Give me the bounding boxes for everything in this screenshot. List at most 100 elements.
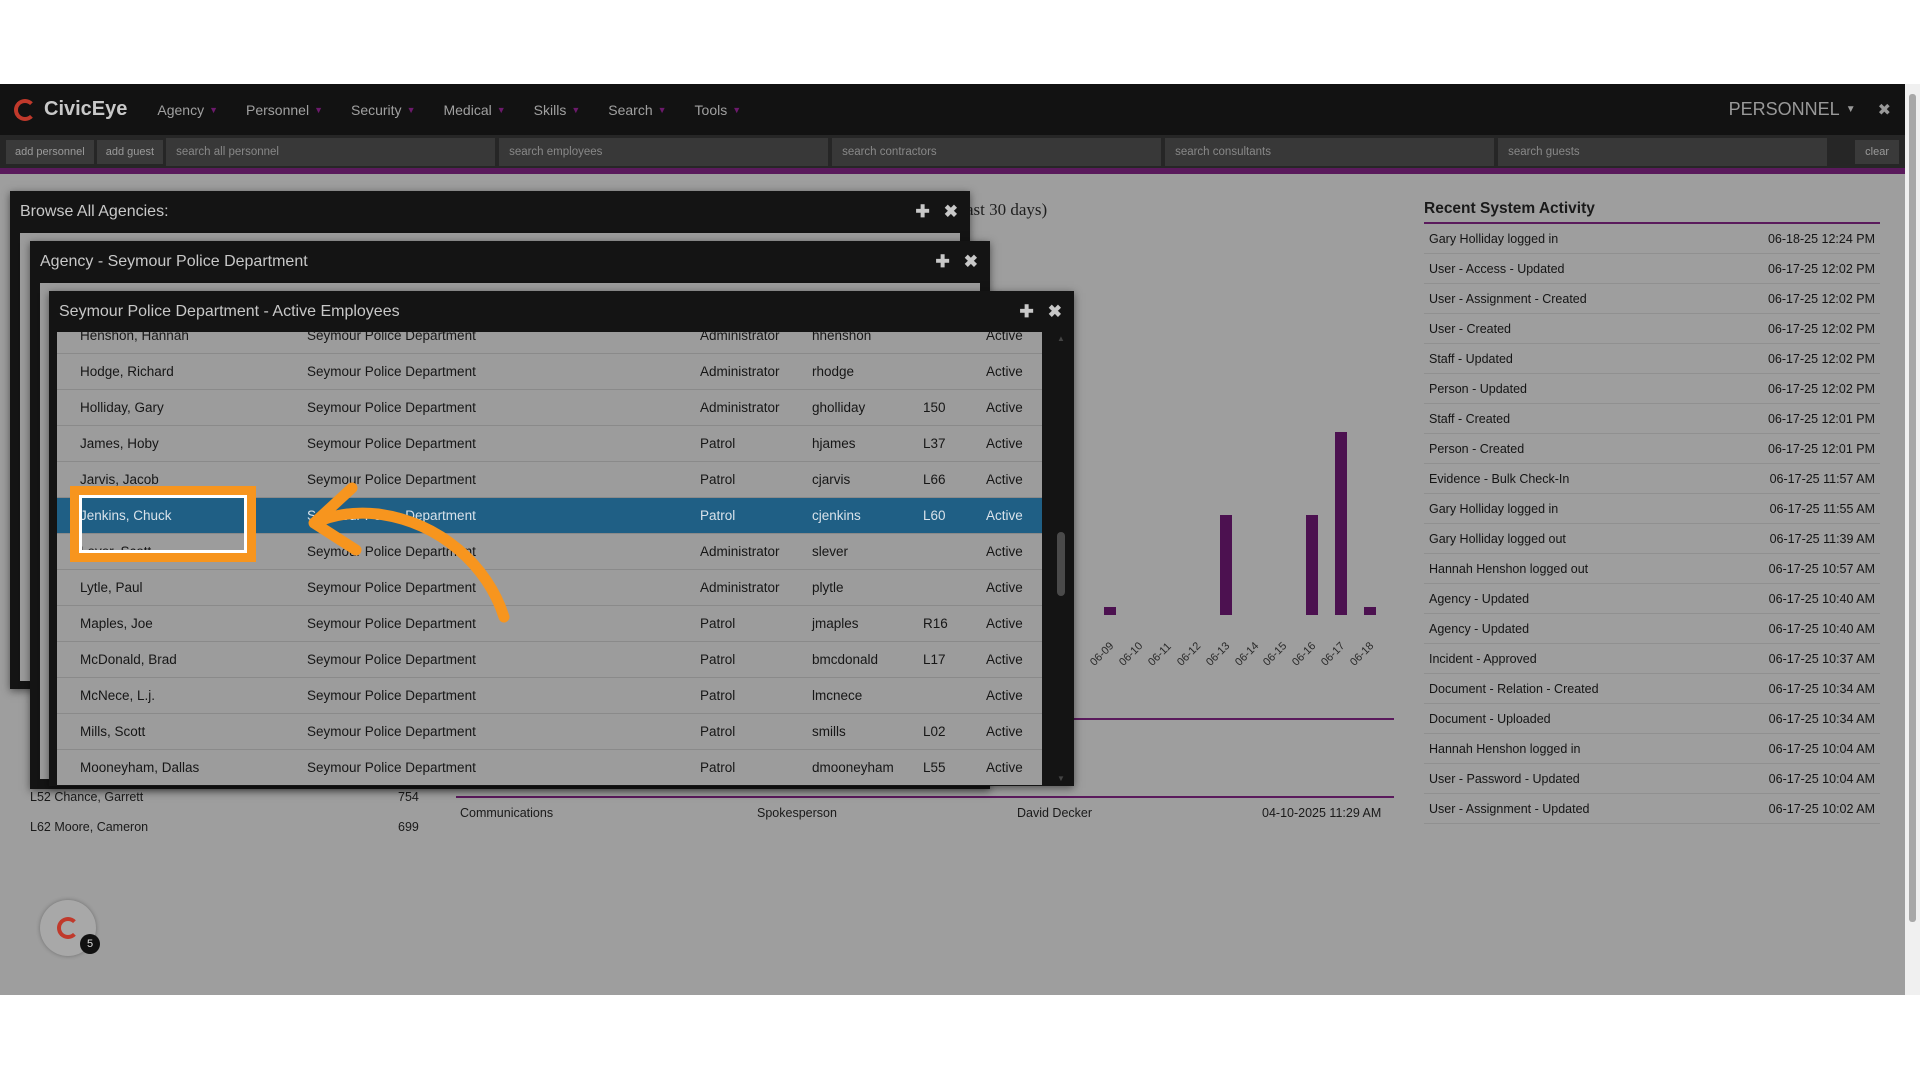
search-guests-input[interactable]: search guests — [1498, 137, 1828, 166]
cell-name: James, Hoby — [80, 436, 159, 451]
chart-bar — [1306, 515, 1319, 615]
scrollbar-thumb[interactable] — [1057, 532, 1065, 596]
table-row[interactable]: Maples, Joe Seymour Police Department Patr… — [57, 606, 1042, 642]
nav-label: Agency — [157, 101, 205, 118]
activity-row[interactable]: Agency - Updated 06-17-25 10:40 AM — [1424, 584, 1880, 614]
activity-row[interactable]: Person - Created 06-17-25 12:01 PM — [1424, 434, 1880, 464]
activity-row[interactable]: Staff - Created 06-17-25 12:01 PM — [1424, 404, 1880, 434]
table-row[interactable]: Mills, Scott Seymour Police Department Pat… — [57, 714, 1042, 750]
cell-role: Administrator — [700, 544, 780, 559]
add-personnel-button[interactable]: add personnel — [6, 139, 94, 164]
close-icon[interactable]: ✖ — [1048, 302, 1062, 322]
nav-tools[interactable]: Tools ▼ — [695, 102, 742, 118]
activity-time: 06-17-25 12:02 PM — [1767, 382, 1875, 396]
close-icon[interactable]: ✖ — [1878, 100, 1891, 120]
notification-badge: 5 — [80, 934, 100, 954]
cell-role: Patrol — [700, 760, 736, 775]
table-scrollbar[interactable]: ▲ ▼ — [1054, 332, 1068, 785]
activity-label: Gary Holliday logged out — [1429, 532, 1566, 546]
app-name: CivicEye — [44, 98, 128, 120]
activity-time: 06-17-25 12:02 PM — [1767, 352, 1875, 366]
cell-user: lmcnece — [812, 688, 863, 703]
activity-label: Incident - Approved — [1429, 652, 1537, 666]
cell-dept: Seymour Police Department — [307, 688, 476, 703]
caret-down-icon: ▼ — [314, 104, 323, 115]
expand-icon[interactable]: ✚ — [1020, 302, 1034, 322]
nav-skills[interactable]: Skills ▼ — [534, 102, 581, 118]
scroll-up-icon[interactable]: ▲ — [1057, 334, 1065, 343]
chart-tick-label: 06-14 — [1232, 640, 1261, 669]
nav-personnel[interactable]: Personnel ▼ — [246, 102, 323, 118]
close-icon[interactable]: ✖ — [944, 202, 958, 222]
cell-unit: L17 — [923, 652, 946, 667]
search-consultants-input[interactable]: search consultants — [1165, 137, 1495, 166]
activity-label: Person - Created — [1429, 442, 1525, 456]
floating-action-button[interactable]: 5 — [40, 900, 100, 956]
table-row[interactable]: McNece, L.j. Seymour Police Department Pat… — [57, 678, 1042, 714]
table-row[interactable]: James, Hoby Seymour Police Department Patr… — [57, 426, 1042, 462]
module-switcher[interactable]: PERSONNEL ▼ — [1729, 99, 1856, 120]
nav-search[interactable]: Search ▼ — [608, 102, 666, 118]
cell-user: dmooneyham — [812, 760, 894, 775]
search-employees-input[interactable]: search employees — [499, 137, 829, 166]
nav-agency[interactable]: Agency ▼ — [157, 102, 218, 118]
activity-label: User - Access - Updated — [1429, 262, 1565, 276]
activity-row[interactable]: Gary Holliday logged out 06-17-25 11:39 A… — [1424, 524, 1880, 554]
activity-row[interactable]: Agency - Updated 06-17-25 10:40 AM — [1424, 614, 1880, 644]
activity-row[interactable]: Hannah Henshon logged out 06-17-25 10:57 … — [1424, 554, 1880, 584]
table-row[interactable]: Holliday, Gary Seymour Police Department A… — [57, 390, 1042, 426]
table-row[interactable]: McDonald, Brad Seymour Police Department P… — [57, 642, 1042, 678]
activity-row[interactable]: User - Assignment - Updated 06-17-25 10:0… — [1424, 794, 1880, 824]
activity-label: Gary Holliday logged in — [1429, 502, 1559, 516]
cell-status: Active — [986, 724, 1023, 739]
activity-row[interactable]: Staff - Updated 06-17-25 12:02 PM — [1424, 344, 1880, 374]
cell-dept: Seymour Police Department — [307, 616, 476, 631]
scroll-down-icon[interactable]: ▼ — [1057, 774, 1065, 783]
nav-security[interactable]: Security ▼ — [351, 102, 416, 118]
nav-label: Search — [608, 101, 653, 118]
activity-row[interactable]: Gary Holliday logged in 06-18-25 12:24 PM — [1424, 224, 1880, 254]
add-guest-button[interactable]: add guest — [96, 139, 164, 164]
expand-icon[interactable]: ✚ — [916, 202, 930, 222]
close-icon[interactable]: ✖ — [964, 252, 978, 272]
activity-row[interactable]: Hannah Henshon logged in 06-17-25 10:04 A… — [1424, 734, 1880, 764]
table-row[interactable]: Henshon, Hannah Seymour Police Department… — [57, 332, 1042, 354]
cell-name: Hodge, Richard — [80, 364, 174, 379]
page-scrollbar[interactable] — [1905, 84, 1920, 995]
cell-role: Patrol — [700, 724, 736, 739]
activity-time: 06-17-25 10:04 AM — [1768, 742, 1875, 756]
activity-row[interactable]: User - Assignment - Created 06-17-25 12:0… — [1424, 284, 1880, 314]
activity-row[interactable]: Incident - Approved 06-17-25 10:37 AM — [1424, 644, 1880, 674]
cell-role: Patrol — [700, 652, 736, 667]
expand-icon[interactable]: ✚ — [936, 252, 950, 272]
activity-row[interactable]: Person - Updated 06-17-25 12:02 PM — [1424, 374, 1880, 404]
activity-row[interactable]: User - Created 06-17-25 12:02 PM — [1424, 314, 1880, 344]
activity-label: User - Assignment - Created — [1429, 292, 1587, 306]
table-row[interactable]: Lytle, Paul Seymour Police Department Admi… — [57, 570, 1042, 606]
activity-row[interactable]: Evidence - Bulk Check-In 06-17-25 11:57 A… — [1424, 464, 1880, 494]
activity-row[interactable]: User - Password - Updated 06-17-25 10:04 … — [1424, 764, 1880, 794]
search-all-personnel-input[interactable]: search all personnel — [166, 137, 496, 166]
list-item-value: 754 — [398, 790, 419, 804]
activity-label: Hannah Henshon logged out — [1429, 562, 1589, 576]
search-contractors-input[interactable]: search contractors — [832, 137, 1162, 166]
activity-time: 06-17-25 10:34 AM — [1768, 682, 1875, 696]
activity-time: 06-17-25 10:57 AM — [1768, 562, 1875, 576]
activity-time: 06-18-25 12:24 PM — [1767, 232, 1875, 246]
list-item[interactable]: L52 Chance, Garrett — [30, 790, 143, 804]
list-item[interactable]: L62 Moore, Cameron — [30, 820, 148, 834]
activity-row[interactable]: Document - Relation - Created 06-17-25 10… — [1424, 674, 1880, 704]
chart-tick-label: 06-11 — [1145, 640, 1174, 669]
nav-medical[interactable]: Medical ▼ — [443, 102, 505, 118]
cell-status: Active — [986, 436, 1023, 451]
chart-tick-label: 06-10 — [1116, 640, 1146, 669]
logo[interactable]: CivicEye — [14, 98, 127, 121]
activity-row[interactable]: User - Access - Updated 06-17-25 12:02 PM — [1424, 254, 1880, 284]
activity-time: 06-17-25 12:02 PM — [1767, 262, 1875, 276]
scrollbar-thumb[interactable] — [1909, 94, 1916, 922]
clear-button[interactable]: clear — [1855, 139, 1899, 164]
table-row[interactable]: Hodge, Richard Seymour Police Department A… — [57, 354, 1042, 390]
table-row[interactable]: Mooneyham, Dallas Seymour Police Departme… — [57, 750, 1042, 785]
activity-row[interactable]: Gary Holliday logged in 06-17-25 11:55 AM — [1424, 494, 1880, 524]
activity-row[interactable]: Document - Uploaded 06-17-25 10:34 AM — [1424, 704, 1880, 734]
